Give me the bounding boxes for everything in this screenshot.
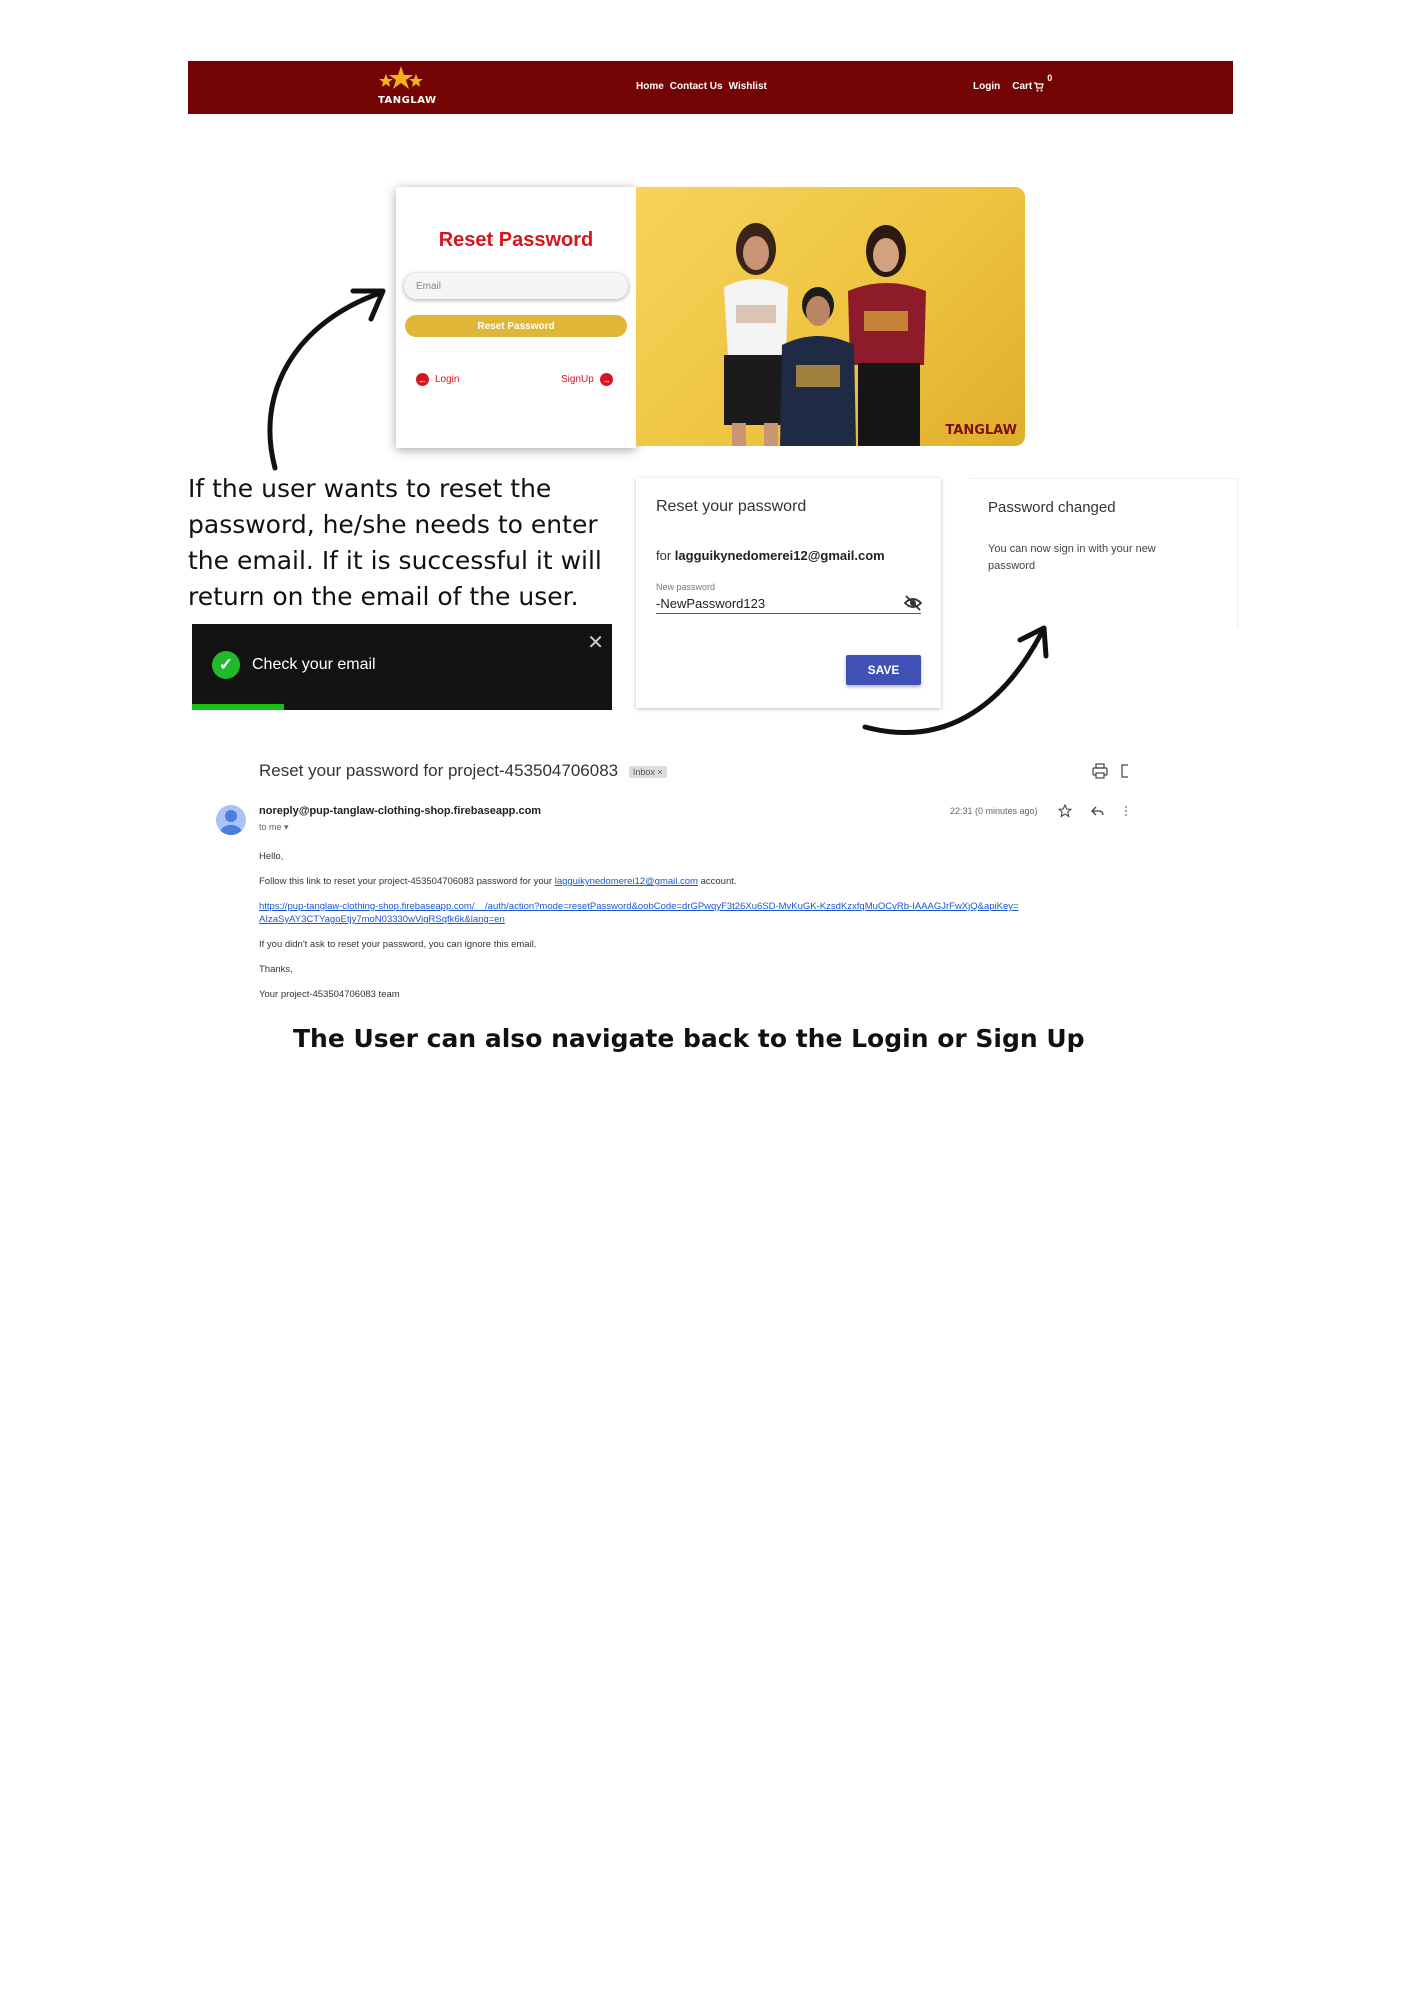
new-password-label: New password	[656, 582, 716, 592]
nav-home[interactable]: Home	[636, 81, 664, 92]
nav-wishlist[interactable]: Wishlist	[729, 81, 767, 92]
reset-password-form: Reset Password Reset Password ← Login Si…	[396, 187, 636, 448]
toast-progress-bar	[192, 704, 285, 710]
close-icon[interactable]: ✕	[587, 630, 604, 655]
reset-link[interactable]: https://pup-tanglaw-clothing-shop.fireba…	[259, 900, 1089, 926]
curved-arrow-up	[267, 288, 386, 471]
cart-button[interactable]: Cart 0	[1012, 73, 1052, 92]
login-link-label: Login	[435, 374, 460, 385]
email-sender: noreply@pup-tanglaw-clothing-shop.fireba…	[259, 805, 542, 817]
caption-text: The User can also navigate back to the L…	[293, 1024, 1085, 1053]
tanglaw-logo[interactable]: TANGLAW	[378, 65, 437, 109]
star-icon[interactable]	[1058, 804, 1072, 818]
nav-contact-us[interactable]: Contact Us	[670, 81, 723, 92]
star-logo-icon	[379, 66, 423, 89]
reset-link-line2[interactable]: AIzaSyAY3CTYagoEtjy7moN03330wVigRSqfk6k&…	[259, 914, 505, 925]
photo-logo: TANGLAW	[945, 423, 1017, 438]
email-address-link[interactable]: lagguikynedomerei12@gmail.com	[555, 876, 698, 887]
navbar: TANGLAW Home Contact Us Wishlist Login C…	[188, 61, 1233, 114]
email-line1: Follow this link to reset your project-4…	[259, 875, 1089, 888]
email-greeting: Hello,	[259, 851, 284, 862]
email-recipient[interactable]: to me ▾	[259, 822, 289, 833]
signup-link-label: SignUp	[561, 374, 594, 385]
email-input[interactable]	[404, 273, 628, 299]
email-line1-pre: Follow this link to reset your project-4…	[259, 876, 553, 887]
reset-link-line1[interactable]: https://pup-tanglaw-clothing-shop.fireba…	[259, 901, 1019, 912]
email-thanks: Thanks,	[259, 964, 293, 975]
nav-right: Login Cart 0	[973, 73, 1052, 92]
arrow-right-icon: →	[599, 373, 613, 386]
curved-arrow-right	[862, 625, 1049, 736]
email-subject-text: Reset your password for project-45350470…	[259, 761, 619, 780]
email-body: Hello, Follow this link to reset your pr…	[259, 850, 1089, 1013]
cart-label: Cart	[1012, 81, 1033, 92]
pc-text: You can now sign in with your new passwo…	[988, 543, 1156, 572]
email-subject: Reset your password for project-45350470…	[259, 761, 667, 781]
new-password-field[interactable]	[656, 594, 921, 614]
open-new-window-icon[interactable]	[1120, 763, 1130, 779]
pc-title: Password changed	[988, 499, 1116, 516]
rp-for-prefix: for	[656, 548, 672, 563]
email-ignore-text: If you didn't ask to reset your password…	[259, 939, 537, 950]
avatar	[216, 805, 246, 835]
models-photo: TANGLAW	[636, 187, 1025, 446]
reset-password-button[interactable]: Reset Password	[405, 315, 627, 337]
more-vert-icon[interactable]	[1123, 804, 1129, 818]
check-circle-icon: ✓	[212, 651, 240, 679]
print-icon[interactable]	[1092, 763, 1108, 779]
inbox-badge[interactable]: Inbox ×	[628, 765, 667, 778]
form-title: Reset Password	[438, 229, 594, 251]
cart-icon	[1034, 81, 1045, 91]
user-avatar-icon	[220, 810, 242, 835]
models-illustration	[724, 223, 926, 446]
password-changed-card: Password changed You can now sign in wit…	[970, 478, 1238, 628]
rp-email: lagguikynedomerei12@gmail.com	[674, 548, 885, 563]
email-time: 22:31 (0 minutes ago)	[950, 806, 1038, 816]
toast-message: Check your email	[252, 656, 376, 673]
nav-login[interactable]: Login	[973, 81, 1000, 92]
cart-count: 0	[1047, 73, 1053, 83]
login-link[interactable]: ← Login	[416, 373, 459, 386]
reply-icon[interactable]	[1090, 804, 1104, 818]
email-line1-post: account.	[700, 876, 737, 887]
toast-notification: ✓ Check your email ✕	[192, 624, 612, 710]
description-text: If the user wants to reset the password,…	[188, 474, 602, 611]
nav-links: Home Contact Us Wishlist	[636, 81, 767, 92]
email-team: Your project-453504706083 team	[259, 989, 400, 1000]
logo-text: TANGLAW	[378, 95, 437, 106]
rp-for-line: for lagguikynedomerei12@gmail.com	[656, 548, 885, 563]
arrow-left-icon: ←	[416, 373, 429, 386]
signup-link[interactable]: SignUp →	[561, 373, 613, 386]
eye-off-icon[interactable]	[904, 594, 922, 612]
rp-title: Reset your password	[656, 498, 807, 515]
